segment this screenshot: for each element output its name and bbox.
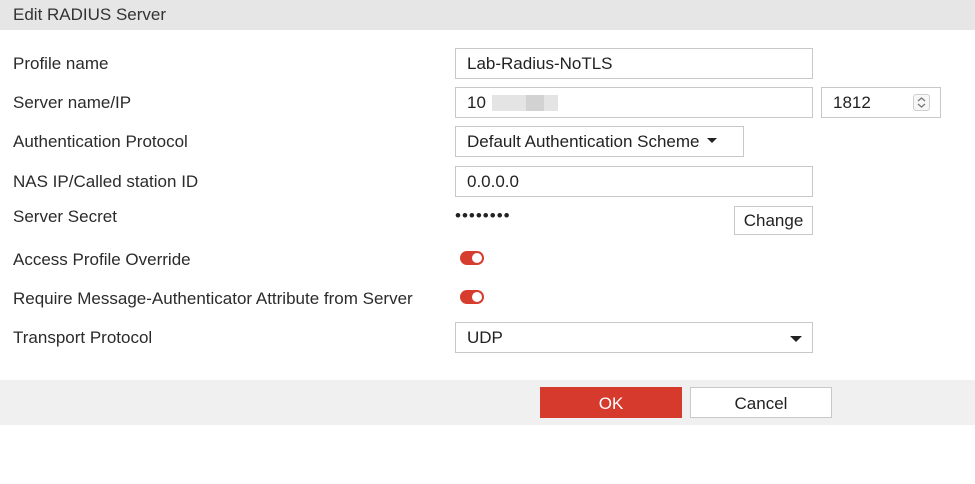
redacted-block <box>491 95 514 111</box>
profile-name-label: Profile name <box>13 54 109 73</box>
server-secret-label: Server Secret <box>13 207 117 226</box>
server-name-label: Server name/IP <box>13 93 132 112</box>
redacted-block <box>513 95 526 111</box>
auth-protocol-dropdown[interactable]: Default Authentication Scheme <box>455 126 744 157</box>
auth-protocol-value: Default Authentication Scheme <box>467 132 700 151</box>
edit-radius-dialog: Edit RADIUS Server Profile name Lab-Radi… <box>0 0 975 484</box>
transport-protocol-label: Transport Protocol <box>13 328 153 347</box>
redacted-block <box>543 95 558 111</box>
server-secret-value: •••••••• <box>455 206 511 225</box>
toggle-knob <box>472 253 482 263</box>
transport-protocol-dropdown[interactable]: UDP <box>455 322 813 353</box>
require-message-auth-label: Require Message-Authenticator Attribute … <box>13 289 413 308</box>
nas-ip-input[interactable]: 0.0.0.0 <box>455 166 813 197</box>
port-value: 1812 <box>833 93 871 112</box>
up-down-spinner-icon[interactable] <box>913 94 930 111</box>
profile-name-input[interactable]: Lab-Radius-NoTLS <box>455 48 813 79</box>
chevron-down-icon <box>790 336 802 342</box>
access-profile-override-label: Access Profile Override <box>13 250 191 269</box>
access-profile-override-toggle[interactable] <box>460 251 484 265</box>
nas-ip-label: NAS IP/Called station ID <box>13 172 199 191</box>
cancel-button[interactable]: Cancel <box>690 387 832 418</box>
dialog-title: Edit RADIUS Server <box>0 0 975 30</box>
server-ip-input[interactable]: 10 <box>455 87 813 118</box>
port-input[interactable]: 1812 <box>821 87 941 118</box>
server-ip-value: 10 <box>467 93 486 112</box>
require-message-auth-toggle[interactable] <box>460 290 484 304</box>
auth-protocol-label: Authentication Protocol <box>13 132 188 151</box>
redacted-block <box>525 95 544 111</box>
toggle-knob <box>472 292 482 302</box>
ok-button[interactable]: OK <box>540 387 682 418</box>
transport-protocol-value: UDP <box>467 328 503 347</box>
caret-down-icon <box>707 138 718 144</box>
change-secret-button[interactable]: Change <box>734 206 813 235</box>
